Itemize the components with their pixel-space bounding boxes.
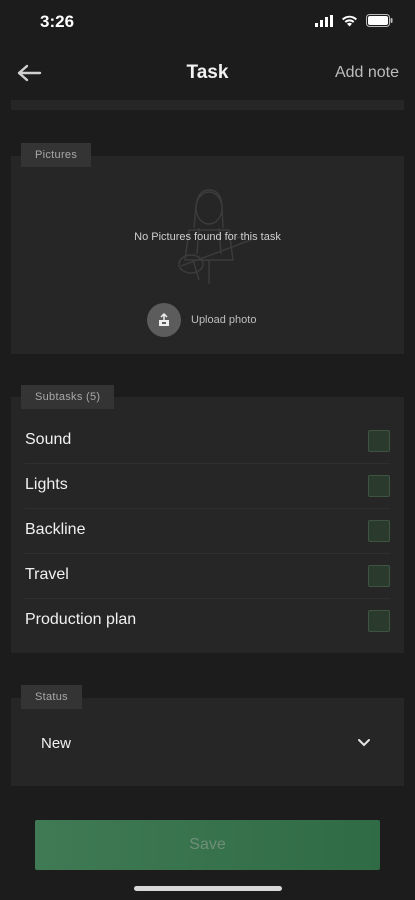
status-dropdown[interactable]: New: [11, 722, 404, 766]
pictures-section: No Pictures found for this task Upload p…: [11, 156, 404, 354]
subtask-checkbox[interactable]: [368, 430, 390, 452]
status-icons: [315, 14, 393, 27]
subtask-label: Travel: [25, 566, 69, 583]
status-section: New: [11, 698, 404, 786]
home-indicator: [134, 886, 282, 891]
subtask-checkbox[interactable]: [368, 475, 390, 497]
subtask-label: Sound: [25, 431, 72, 448]
signal-icon: [315, 14, 333, 27]
empty-pictures-message: No Pictures found for this task: [134, 231, 281, 243]
subtask-row-backline[interactable]: Backline: [25, 509, 390, 554]
subtask-label: Backline: [25, 521, 86, 538]
arrow-left-icon[interactable]: [16, 62, 42, 84]
subtasks-section: Sound Lights Backline Travel Production …: [11, 397, 404, 653]
upload-photo-button[interactable]: Upload photo: [147, 303, 256, 337]
subtask-label: Lights: [25, 476, 68, 493]
subtask-label: Production plan: [25, 611, 137, 628]
battery-icon: [366, 14, 393, 27]
add-note-button[interactable]: Add note: [335, 64, 399, 82]
save-button[interactable]: Save: [35, 820, 380, 870]
status-time: 3:26: [40, 12, 75, 31]
previous-section-edge: [11, 100, 404, 110]
upload-circle[interactable]: [147, 303, 181, 337]
subtask-checkbox[interactable]: [368, 520, 390, 542]
nav-bar: Task Add note: [0, 52, 415, 96]
subtask-checkbox[interactable]: [368, 565, 390, 587]
upload-photo-label: Upload photo: [191, 314, 257, 326]
subtask-checkbox[interactable]: [368, 610, 390, 632]
status-value: New: [41, 735, 72, 752]
subtasks-label: Subtasks (5): [21, 385, 115, 409]
subtask-row-production-plan[interactable]: Production plan: [25, 599, 390, 643]
status-bar: 3:26: [0, 0, 415, 44]
pictures-label: Pictures: [21, 143, 92, 167]
upload-icon: [159, 313, 169, 326]
subtask-row-sound[interactable]: Sound: [25, 419, 390, 464]
wifi-icon: [342, 15, 357, 26]
subtask-list: Sound Lights Backline Travel Production …: [11, 419, 404, 643]
chevron-down-icon: [358, 739, 370, 747]
status-label: Status: [21, 685, 82, 709]
subtask-row-lights[interactable]: Lights: [25, 464, 390, 509]
subtask-row-travel[interactable]: Travel: [25, 554, 390, 599]
